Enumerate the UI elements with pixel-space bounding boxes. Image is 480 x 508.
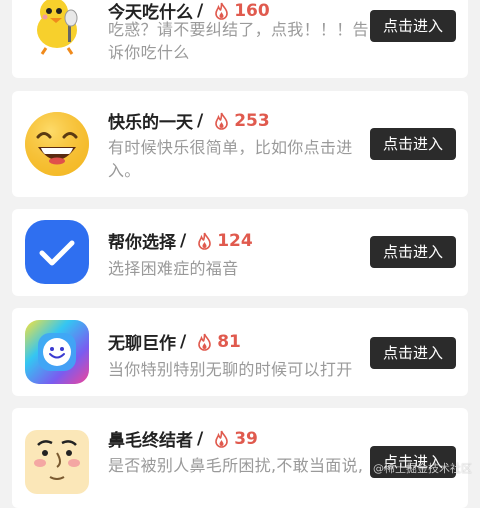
title-row: 鼻毛终结者 / 39 [108, 426, 258, 452]
title-separator: / [180, 331, 187, 352]
app-title: 鼻毛终结者 [108, 431, 193, 451]
app-description: 有时候快乐很简单，比如你点击进入。 [108, 138, 353, 180]
enter-button[interactable]: 点击进入 [370, 236, 456, 268]
fire-icon [213, 430, 230, 448]
enter-button[interactable]: 点击进入 [370, 128, 456, 160]
popularity-count: 124 [217, 230, 253, 251]
chicken-chef-icon [24, 0, 90, 56]
app-title: 无聊巨作 [108, 334, 176, 354]
app-description: 当你特别特别无聊的时候可以打开 [108, 360, 353, 379]
app-card-nose-hair-terminator: 鼻毛终结者 / 39 是否被别人鼻毛所困扰,不敢当面说, 点击进入 [12, 408, 468, 508]
checkmark-icon [24, 219, 90, 285]
app-description: 选择困难症的福音 [108, 259, 239, 278]
popularity-count: 39 [234, 428, 258, 449]
fire-icon [213, 2, 230, 20]
app-card-help-choose: 帮你选择 / 124 选择困难症的福音 点击进入 [12, 209, 468, 296]
title-row: 快乐的一天 / 253 [108, 108, 270, 134]
title-row: 无聊巨作 / 81 [108, 329, 241, 355]
fire-icon [196, 333, 213, 351]
app-title: 快乐的一天 [108, 113, 193, 133]
gradient-smiley-icon [24, 319, 90, 385]
app-card-happy-day: 快乐的一天 / 253 有时候快乐很简单，比如你点击进入。 点击进入 [12, 91, 468, 197]
title-separator: / [197, 110, 204, 131]
fire-icon [196, 232, 213, 250]
enter-button[interactable]: 点击进入 [370, 10, 456, 42]
fire-icon [213, 112, 230, 130]
title-separator: / [197, 428, 204, 449]
popularity-count: 253 [234, 110, 270, 131]
app-description: 是否被别人鼻毛所困扰,不敢当面说, [108, 456, 364, 475]
app-card-what-to-eat: 今天吃什么 / 160 吃惑？请不要纠结了，点我！！！告诉你吃什么 点击进入 [12, 0, 468, 78]
title-separator: / [180, 230, 187, 251]
title-row: 帮你选择 / 124 [108, 228, 253, 254]
watermark: @稀土掘金技术社区 [373, 462, 472, 475]
app-description: 吃惑？请不要纠结了，点我！！！告诉你吃什么 [108, 20, 369, 62]
cartoon-face-icon [24, 429, 90, 495]
app-card-boring-masterpiece: 无聊巨作 / 81 当你特别特别无聊的时候可以打开 点击进入 [12, 308, 468, 396]
enter-button[interactable]: 点击进入 [370, 337, 456, 369]
smiley-face-icon [24, 111, 90, 177]
app-title: 帮你选择 [108, 233, 176, 253]
popularity-count: 81 [217, 331, 241, 352]
